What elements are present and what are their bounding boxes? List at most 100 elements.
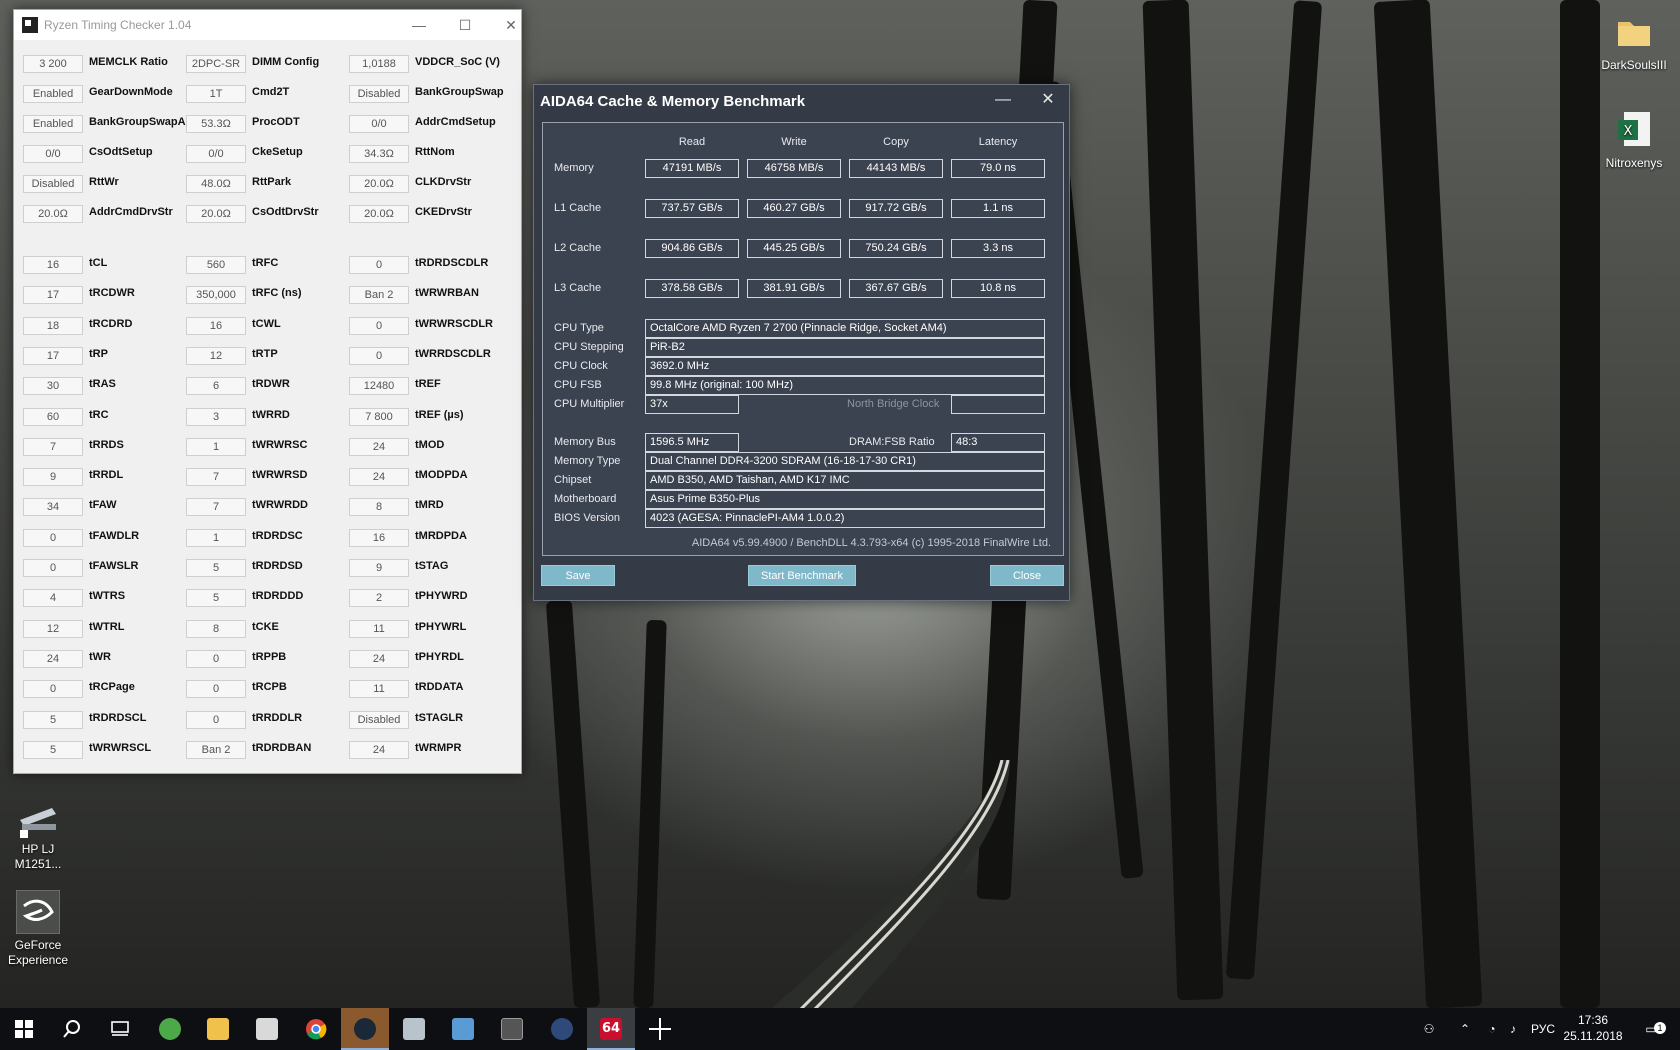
taskbar-app[interactable] (538, 1008, 586, 1050)
clock[interactable]: 17:36 25.11.2018 (1562, 1012, 1624, 1044)
timing-value-field[interactable]: 1 (186, 529, 246, 547)
timing-value-field[interactable]: 0/0 (349, 115, 409, 133)
timing-value-field[interactable]: 17 (23, 347, 83, 365)
taskbar-chrome[interactable] (292, 1008, 340, 1050)
close-dialog-button[interactable]: Close (990, 565, 1064, 586)
chevron-up-icon[interactable]: ⌃ (1454, 1008, 1476, 1050)
timing-value-field[interactable]: Disabled (349, 85, 409, 103)
timing-value-field[interactable]: 0 (349, 347, 409, 365)
desktop-icon-hp-scanner[interactable]: HP LJ M1251... (0, 794, 78, 872)
timing-value-field[interactable]: 7 (186, 468, 246, 486)
timing-value-field[interactable]: 5 (186, 589, 246, 607)
timing-value-field[interactable]: 12 (23, 620, 83, 638)
timing-value-field[interactable]: 0 (349, 317, 409, 335)
timing-value-field[interactable]: 2DPC-SR (186, 55, 246, 73)
taskbar-file-explorer[interactable] (194, 1008, 242, 1050)
close-button[interactable]: ✕ (488, 10, 534, 40)
title-bar[interactable]: AIDA64 Cache & Memory Benchmark — ✕ (534, 85, 1069, 117)
timing-value-field[interactable]: 6 (186, 377, 246, 395)
minimize-button[interactable]: — (396, 10, 442, 40)
timing-value-field[interactable]: 24 (349, 468, 409, 486)
timing-value-field[interactable]: 5 (23, 741, 83, 759)
ryzen-timing-checker-window[interactable]: Ryzen Timing Checker 1.04 — ☐ ✕ 3 200 MEM… (13, 9, 522, 774)
timing-value-field[interactable]: 3 (186, 408, 246, 426)
timing-value-field[interactable]: 11 (349, 620, 409, 638)
timing-value-field[interactable]: 34 (23, 498, 83, 516)
timing-value-field[interactable]: 1T (186, 85, 246, 103)
timing-value-field[interactable]: 8 (349, 498, 409, 516)
timing-value-field[interactable]: 24 (349, 438, 409, 456)
timing-value-field[interactable]: 16 (23, 256, 83, 274)
volume-icon[interactable]: ♪ (1502, 1008, 1524, 1050)
timing-value-field[interactable]: 20.0Ω (23, 205, 83, 223)
timing-value-field[interactable]: 4 (23, 589, 83, 607)
timing-value-field[interactable]: Enabled (23, 85, 83, 103)
timing-value-field[interactable]: 20.0Ω (186, 205, 246, 223)
timing-value-field[interactable]: 7 (186, 498, 246, 516)
timing-value-field[interactable]: 60 (23, 408, 83, 426)
timing-value-field[interactable]: 5 (23, 711, 83, 729)
maximize-button[interactable]: ☐ (442, 10, 488, 40)
taskbar-steam[interactable] (341, 1008, 389, 1050)
timing-value-field[interactable]: 0 (349, 256, 409, 274)
timing-value-field[interactable]: 0 (186, 711, 246, 729)
timing-value-field[interactable]: 16 (186, 317, 246, 335)
timing-value-field[interactable]: 0 (23, 529, 83, 547)
timing-value-field[interactable]: 560 (186, 256, 246, 274)
task-view-button[interactable] (96, 1008, 144, 1050)
timing-value-field[interactable]: 30 (23, 377, 83, 395)
timing-value-field[interactable]: 9 (349, 559, 409, 577)
notifications-button[interactable]: ▭ 1 (1636, 1008, 1666, 1050)
timing-value-field[interactable]: 18 (23, 317, 83, 335)
timing-value-field[interactable]: 16 (349, 529, 409, 547)
language-indicator[interactable]: РУС (1526, 1008, 1560, 1050)
timing-value-field[interactable]: 0 (186, 680, 246, 698)
timing-value-field[interactable]: 24 (349, 741, 409, 759)
timing-value-field[interactable]: 350,000 (186, 286, 246, 304)
people-icon[interactable]: ⚇ (1416, 1008, 1442, 1050)
desktop-icon-nitroxenys[interactable]: X Nitroxenys (1594, 108, 1674, 171)
timing-value-field[interactable]: Enabled (23, 115, 83, 133)
taskbar-app[interactable] (636, 1008, 684, 1050)
timing-value-field[interactable]: 3 200 (23, 55, 83, 73)
timing-value-field[interactable]: Disabled (349, 711, 409, 729)
timing-value-field[interactable]: 8 (186, 620, 246, 638)
timing-value-field[interactable]: 2 (349, 589, 409, 607)
timing-value-field[interactable]: 12480 (349, 377, 409, 395)
timing-value-field[interactable]: 34.3Ω (349, 145, 409, 163)
timing-value-field[interactable]: 1 (186, 438, 246, 456)
timing-value-field[interactable]: 1,0188 (349, 55, 409, 73)
timing-value-field[interactable]: 7 800 (349, 408, 409, 426)
timing-value-field[interactable]: 11 (349, 680, 409, 698)
timing-value-field[interactable]: Ban 2 (349, 286, 409, 304)
taskbar-calculator[interactable] (243, 1008, 291, 1050)
network-icon[interactable]: ◔ (1480, 1008, 1504, 1050)
timing-value-field[interactable]: 53.3Ω (186, 115, 246, 133)
timing-value-field[interactable]: 0 (186, 650, 246, 668)
taskbar-geforce[interactable] (488, 1008, 536, 1050)
timing-value-field[interactable]: Ban 2 (186, 741, 246, 759)
timing-value-field[interactable]: 7 (23, 438, 83, 456)
timing-value-field[interactable]: 48.0Ω (186, 175, 246, 193)
timing-value-field[interactable]: 17 (23, 286, 83, 304)
search-button[interactable] (48, 1008, 96, 1050)
timing-value-field[interactable]: 24 (23, 650, 83, 668)
timing-value-field[interactable]: 20.0Ω (349, 175, 409, 193)
taskbar-app[interactable] (146, 1008, 194, 1050)
taskbar-app[interactable] (439, 1008, 487, 1050)
timing-value-field[interactable]: 12 (186, 347, 246, 365)
desktop-icon-geforce[interactable]: GeForce Experience (0, 889, 78, 968)
timing-value-field[interactable]: 0 (23, 559, 83, 577)
taskbar-aida64[interactable]: 64 (587, 1008, 635, 1050)
close-button[interactable]: ✕ (1033, 89, 1063, 111)
minimize-button[interactable]: — (988, 89, 1018, 111)
taskbar-app[interactable] (390, 1008, 438, 1050)
aida64-benchmark-window[interactable]: AIDA64 Cache & Memory Benchmark — ✕ Read… (533, 84, 1070, 601)
timing-value-field[interactable]: Disabled (23, 175, 83, 193)
start-benchmark-button[interactable]: Start Benchmark (748, 565, 856, 586)
timing-value-field[interactable]: 20.0Ω (349, 205, 409, 223)
timing-value-field[interactable]: 9 (23, 468, 83, 486)
timing-value-field[interactable]: 24 (349, 650, 409, 668)
desktop-icon-darksouls[interactable]: DarkSoulsIII (1594, 10, 1674, 73)
save-button[interactable]: Save (541, 565, 615, 586)
